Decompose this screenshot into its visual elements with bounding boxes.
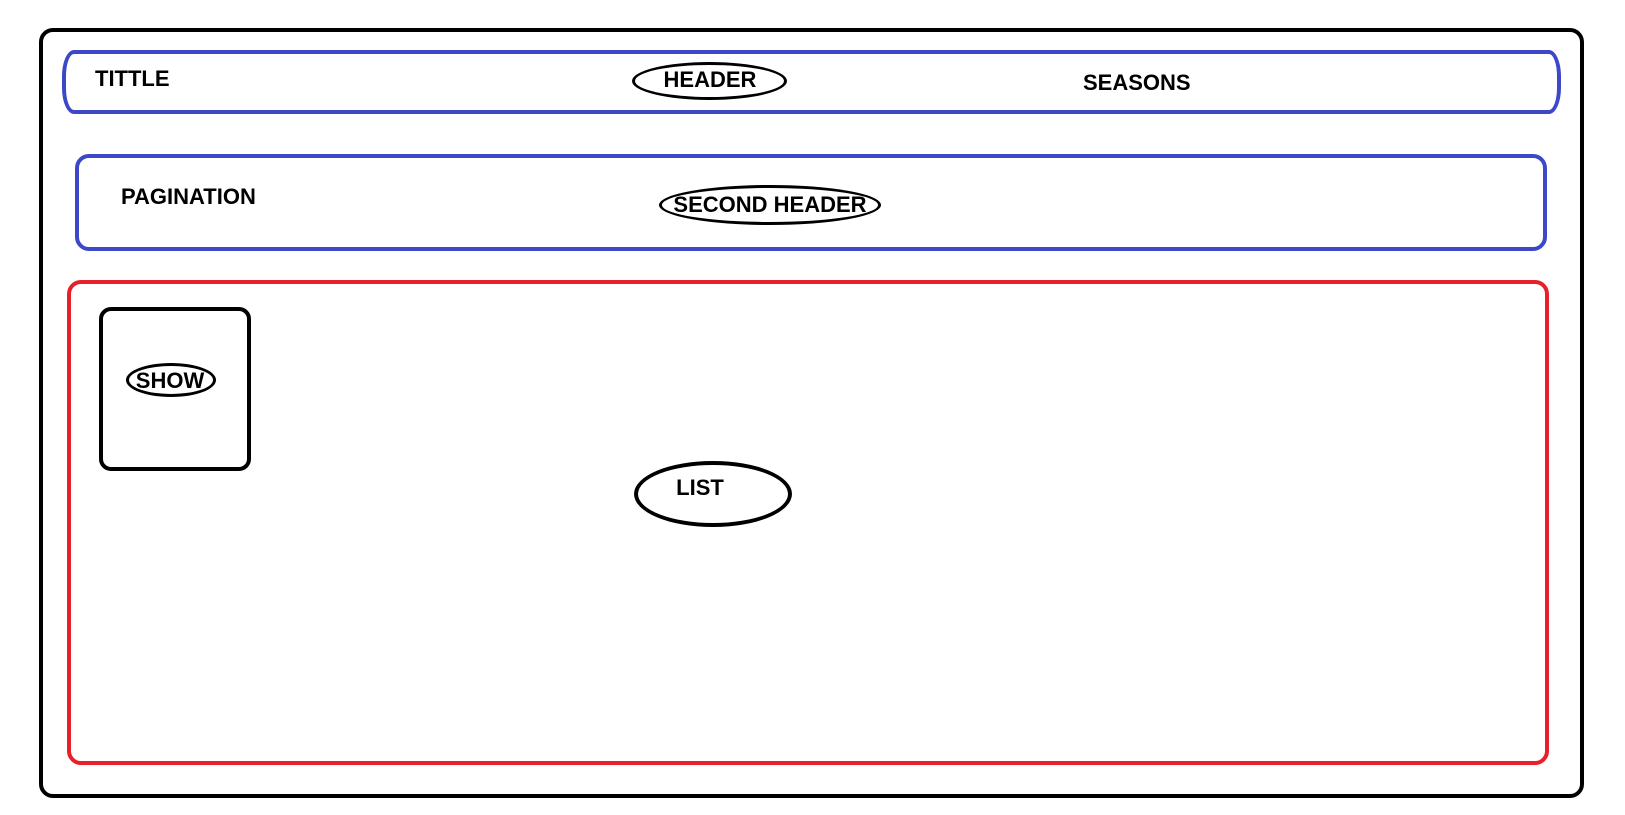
list-label: LIST — [676, 475, 724, 500]
list-container — [67, 280, 1549, 765]
second-header-label: SECOND HEADER — [673, 192, 867, 217]
show-label: SHOW — [135, 368, 205, 393]
header-label: HEADER — [663, 67, 757, 92]
seasons-label: SEASONS — [1083, 70, 1191, 95]
title-label: TITTLE — [95, 66, 170, 91]
pagination-label: PAGINATION — [121, 184, 256, 209]
header-bar — [62, 50, 1561, 114]
